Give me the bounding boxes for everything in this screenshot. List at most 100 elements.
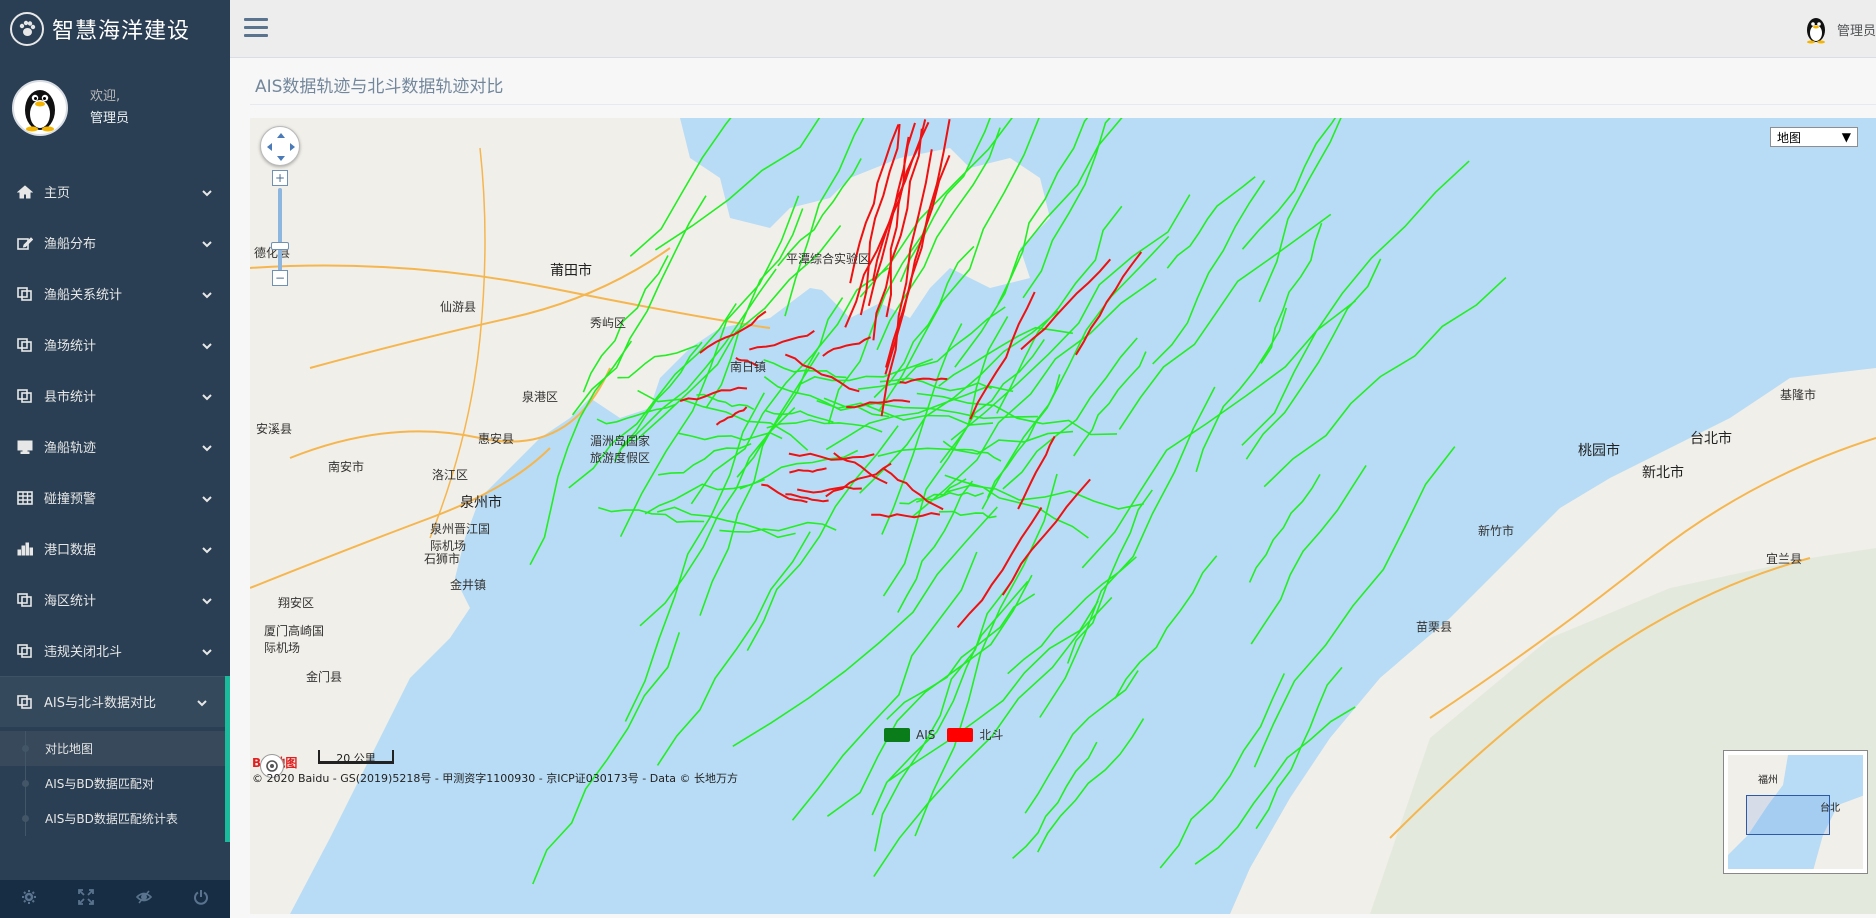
sidebar-item-collision-warning[interactable]: 碰撞预警 [0, 472, 230, 523]
paw-icon [10, 12, 44, 46]
menu-label: 渔场统计 [44, 339, 97, 354]
sidebar-item-beidou-off[interactable]: 违规关闭北斗 [0, 625, 230, 676]
desktop-icon [14, 439, 36, 455]
zoom-slider-handle[interactable] [271, 242, 289, 250]
ais-track-line [639, 407, 796, 627]
legend-label-bd: 北斗 [979, 728, 1004, 742]
ais-track-line [1073, 351, 1147, 457]
chevron-down-icon [202, 646, 212, 656]
menu-label: 渔船关系统计 [44, 288, 123, 303]
place-label: 台北市 [1690, 431, 1732, 447]
bullet-icon [22, 745, 29, 752]
zoom-out-button[interactable]: − [272, 270, 288, 286]
place-label: 金井镇 [450, 578, 487, 592]
sidebar-item-county-stats[interactable]: 县市统计 [0, 370, 230, 421]
beidou-track-line [715, 406, 748, 426]
menu-toggle-button[interactable] [244, 18, 268, 40]
sidebar: 智慧海洋建设 欢迎, 管理员 主页 渔船分布 渔船关系统计 渔场统计 县市统计 … [0, 0, 230, 918]
chevron-down-icon [202, 391, 212, 401]
map-copyright: © 2020 Baidu - GS(2019)5218号 - 甲测资字11009… [252, 772, 739, 785]
sidebar-item-ais-bd-compare[interactable]: AIS与北斗数据对比 [0, 676, 230, 727]
ais-track-line [1241, 118, 1337, 250]
submenu-item-match-pairs[interactable]: AIS与BD数据匹配对 [0, 766, 225, 801]
place-label: 桃园市 [1578, 443, 1620, 459]
place-label: 秀屿区 [590, 316, 627, 330]
brand[interactable]: 智慧海洋建设 [0, 0, 230, 58]
bar-chart-icon [14, 541, 36, 557]
ais-track-line [1039, 386, 1216, 718]
menu-label: 渔船分布 [44, 237, 97, 252]
beidou-track-line [761, 483, 808, 504]
overview-map[interactable]: 福州 台北 [1723, 750, 1868, 874]
user-menu[interactable]: 管理员 [1801, 14, 1876, 44]
place-label: 洛江区 [432, 468, 469, 482]
app-title: 智慧海洋建设 [52, 19, 191, 44]
ais-track-line [1166, 176, 1256, 269]
menu-label: AIS与北斗数据对比 [44, 696, 156, 711]
beidou-track-line [797, 485, 862, 494]
map-type-select[interactable]: 地图 ▼ [1770, 127, 1858, 147]
user-avatar-icon [1806, 18, 1825, 44]
legend: AIS 北斗 [884, 726, 1015, 743]
menu-label: 港口数据 [44, 543, 97, 558]
lock-screen-button[interactable] [115, 880, 173, 918]
place-label: 湄洲岛国家旅游度假区 [590, 434, 651, 465]
edit-icon [14, 235, 36, 251]
submenu: 对比地图 AIS与BD数据匹配对 AIS与BD数据匹配统计表 [0, 727, 230, 842]
ais-track-line [1159, 673, 1286, 869]
sidebar-item-boat-track[interactable]: 渔船轨迹 [0, 421, 230, 472]
overview-map-canvas: 福州 台北 [1728, 755, 1863, 869]
ais-track-line [816, 399, 994, 426]
sidebar-item-fishing-ground[interactable]: 渔场统计 [0, 319, 230, 370]
sidebar-item-port-data[interactable]: 港口数据 [0, 523, 230, 574]
chevron-down-icon [202, 595, 212, 605]
zoom-in-button[interactable]: + [272, 170, 288, 186]
map-type-label: 地图 [1777, 130, 1802, 145]
bullet-icon [22, 780, 29, 787]
place-label: 泉港区 [522, 390, 559, 404]
zoom-track[interactable] [278, 188, 282, 276]
hamburger-line [244, 34, 268, 37]
main-content: AIS数据轨迹与北斗数据轨迹对比 莆田市 泉州市 台北市 桃园市 新北市 仙游县 [230, 58, 1876, 918]
ais-track-line [1066, 489, 1153, 664]
chevron-down-icon [202, 442, 212, 452]
fullscreen-button[interactable] [58, 880, 116, 918]
overview-viewport[interactable] [1746, 795, 1830, 835]
ais-track-line [1036, 718, 1145, 853]
pan-arrows-icon [267, 133, 295, 161]
ais-track-line [658, 442, 752, 476]
place-label: 宜兰县 [1766, 552, 1803, 566]
submenu-label: AIS与BD数据匹配对 [45, 777, 154, 791]
submenu-item-match-stats[interactable]: AIS与BD数据匹配统计表 [0, 801, 225, 836]
chevron-down-icon [202, 493, 212, 503]
settings-button[interactable] [0, 880, 58, 918]
map-canvas[interactable]: 莆田市 泉州市 台北市 桃园市 新北市 仙游县 平潭综合实验区 南日镇 泉州晋江… [250, 118, 1876, 914]
logout-button[interactable] [173, 880, 231, 918]
place-label: 石狮市 [424, 552, 461, 566]
chevron-down-icon [202, 544, 212, 554]
hamburger-line [244, 18, 268, 21]
ais-track-line [719, 521, 837, 533]
ais-track-line [916, 392, 1118, 436]
chevron-down-icon [202, 187, 212, 197]
submenu-item-compare-map[interactable]: 对比地图 [0, 731, 225, 766]
menu-label: 主页 [44, 186, 71, 201]
place-label: 惠安县 [478, 432, 515, 446]
legend-label-ais: AIS [916, 727, 936, 742]
place-label: 莆田市 [550, 263, 592, 279]
sidebar-item-home[interactable]: 主页 [0, 166, 230, 217]
power-icon [193, 889, 209, 909]
pan-control[interactable] [260, 126, 300, 166]
place-label: 仙游县 [440, 300, 477, 314]
ais-track-line [656, 531, 811, 766]
place-label: 基隆市 [1780, 388, 1817, 402]
place-label: 新北市 [1642, 465, 1684, 481]
copy-icon [14, 643, 36, 659]
place-label: 南日镇 [730, 360, 767, 374]
ais-track-line [1114, 555, 1218, 699]
sidebar-item-sea-area[interactable]: 海区统计 [0, 574, 230, 625]
sidebar-item-boat-distribution[interactable]: 渔船分布 [0, 217, 230, 268]
copy-icon [14, 592, 36, 608]
beidou-track-line [883, 467, 944, 511]
sidebar-item-boat-relation[interactable]: 渔船关系统计 [0, 268, 230, 319]
